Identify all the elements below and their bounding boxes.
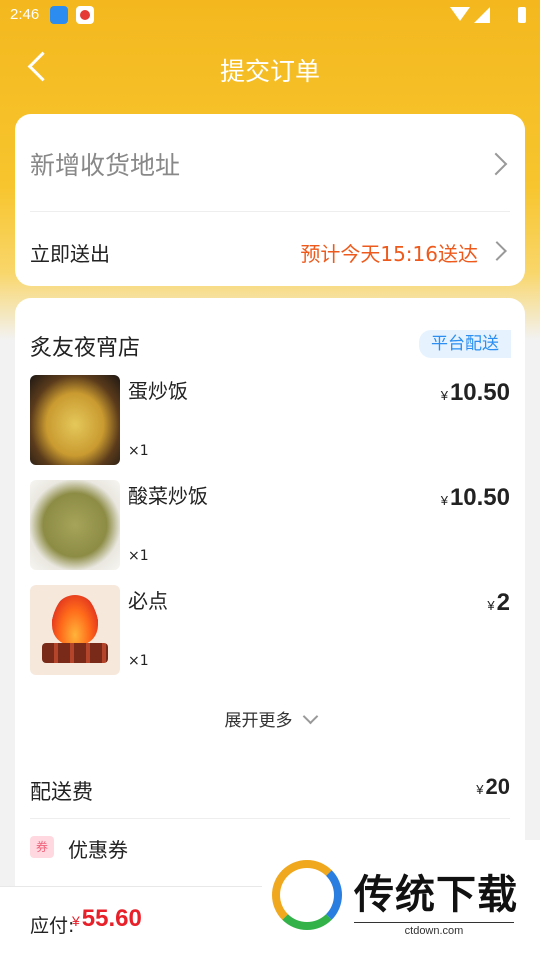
watermark: 传统下载 ctdown.com bbox=[262, 840, 540, 950]
item-quantity: ×1 bbox=[128, 548, 149, 564]
page-title: 提交订单 bbox=[219, 57, 320, 86]
delivery-fee-amount: 20 bbox=[485, 774, 510, 799]
delivery-mode-label: 立即送出 bbox=[30, 242, 110, 266]
order-item: 必点 ×1 ¥2 bbox=[30, 585, 510, 675]
payable-amount: ¥55.60 bbox=[72, 905, 142, 933]
payable-label: 应付: bbox=[30, 915, 75, 937]
coupon-icon: 券 bbox=[30, 836, 54, 858]
expand-more-button[interactable]: 展开更多 bbox=[15, 706, 525, 731]
coupon-label: 优惠券 bbox=[68, 838, 128, 862]
item-quantity: ×1 bbox=[128, 443, 149, 459]
status-bar: 2:46 bbox=[0, 0, 540, 30]
payable-amount-value: 55.60 bbox=[81, 905, 142, 932]
watermark-logo-icon bbox=[272, 860, 342, 930]
delivery-fee-label: 配送费 bbox=[30, 780, 93, 804]
chevron-down-icon bbox=[302, 708, 318, 725]
delivery-estimate: 预计今天15:16送达 bbox=[300, 242, 478, 266]
chevron-right-icon bbox=[487, 241, 507, 261]
expand-more-label: 展开更多 bbox=[224, 711, 293, 731]
battery-icon bbox=[518, 7, 526, 23]
status-indicators bbox=[450, 7, 526, 23]
pickled-cabbage-fried-rice-image bbox=[30, 480, 120, 570]
item-quantity: ×1 bbox=[128, 653, 149, 669]
address-card: 新增收货地址 立即送出 预计今天15:16送达 bbox=[15, 114, 525, 286]
currency-symbol: ¥ bbox=[440, 388, 448, 403]
watermark-site: ctdown.com bbox=[354, 922, 514, 937]
status-time: 2:46 bbox=[10, 6, 40, 23]
app-notification-icon bbox=[76, 6, 94, 24]
watermark-title: 传统下载 bbox=[354, 872, 518, 918]
item-name: 蛋炒饭 bbox=[128, 379, 188, 403]
delivery-time-row[interactable]: 立即送出 预计今天15:16送达 bbox=[30, 212, 510, 286]
currency-symbol: ¥ bbox=[440, 493, 448, 508]
order-item: 蛋炒饭 ×1 ¥10.50 bbox=[30, 375, 510, 465]
egg-fried-rice-image bbox=[30, 375, 120, 465]
nav-bar: 提交订单 bbox=[0, 40, 540, 96]
delivery-fee-value: ¥20 bbox=[476, 774, 510, 800]
add-address-label: 新增收货地址 bbox=[30, 151, 181, 180]
flame-icon bbox=[52, 595, 98, 645]
item-price-value: 10.50 bbox=[449, 484, 510, 511]
delivery-tag: 平台配送 bbox=[419, 330, 511, 358]
item-price-value: 10.50 bbox=[449, 379, 510, 406]
signal-icon bbox=[474, 7, 490, 23]
item-price: ¥10.50 bbox=[441, 379, 510, 407]
chevron-right-icon bbox=[484, 152, 508, 176]
item-price: ¥10.50 bbox=[441, 484, 510, 512]
skewers-icon bbox=[42, 643, 108, 663]
add-address-row[interactable]: 新增收货地址 bbox=[30, 114, 510, 212]
download-notification-icon bbox=[50, 6, 68, 24]
currency-symbol: ¥ bbox=[72, 913, 80, 929]
item-name: 必点 bbox=[128, 589, 168, 613]
bbq-skewers-image bbox=[30, 585, 120, 675]
wifi-icon bbox=[450, 7, 470, 21]
item-price-value: 2 bbox=[496, 589, 510, 616]
shop-name: 炙友夜宵店 bbox=[30, 336, 141, 361]
item-name: 酸菜炒饭 bbox=[128, 484, 208, 508]
currency-symbol: ¥ bbox=[476, 782, 484, 797]
order-item: 酸菜炒饭 ×1 ¥10.50 bbox=[30, 480, 510, 570]
item-price: ¥2 bbox=[487, 589, 510, 617]
currency-symbol: ¥ bbox=[487, 598, 495, 613]
delivery-fee-row: 配送费 ¥20 bbox=[30, 760, 510, 819]
